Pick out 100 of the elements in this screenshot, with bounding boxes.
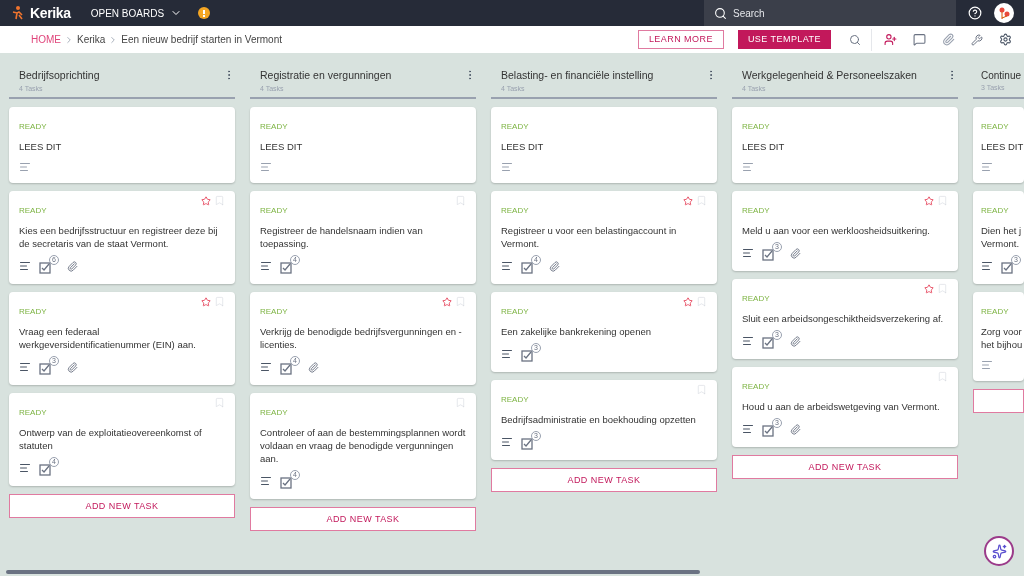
description-icon [501, 348, 513, 361]
status-label: READY [260, 407, 289, 420]
description-icon [981, 160, 993, 173]
task-card[interactable]: READY LEES DIT [9, 107, 235, 184]
description-icon [19, 161, 31, 174]
task-title: Controleer of aan de bestemmingsplannen wordt voldaan en vraag de benodigde vergunningen aan. [260, 426, 466, 466]
task-card[interactable]: READY LEES DIT [973, 106, 1024, 183]
assistant-button[interactable] [984, 536, 1014, 566]
task-card[interactable]: READY Zorg voor het bijhou [973, 291, 1024, 381]
star-icon[interactable] [683, 296, 693, 307]
task-card[interactable]: READY LEES DIT [491, 107, 717, 184]
search-icon [714, 6, 727, 20]
star-icon[interactable] [924, 283, 934, 294]
breadcrumb-link[interactable]: Kerika [77, 32, 106, 47]
description-icon [260, 475, 272, 488]
add-task-button[interactable] [973, 388, 1024, 413]
description-icon [19, 260, 31, 273]
task-title: Bedrijfsadministratie en boekhouding opzetten [501, 413, 697, 427]
status-label: READY [981, 204, 1010, 217]
description-icon [501, 436, 513, 449]
star-icon[interactable] [924, 195, 934, 206]
task-title: Kies een bedrijfsstructuur en registreer deze bij de secretaris van de staat Vermont. [19, 224, 219, 251]
sparkle-icon [991, 543, 1007, 559]
status-label: READY [742, 205, 771, 218]
description-icon [19, 361, 31, 374]
status-label: READY [19, 407, 48, 420]
add-task-button[interactable]: ADD NEW TASK [491, 468, 717, 493]
scrollbar[interactable] [6, 570, 700, 574]
task-title: Dien het j Vermont. [981, 223, 1022, 250]
add-task-button[interactable]: ADD NEW TASK [732, 455, 958, 480]
task-title: Registreer de handelsnaam indien van toepassing. [260, 224, 424, 251]
column-title: Continue [981, 69, 1023, 83]
logo[interactable]: Kerika [30, 2, 71, 24]
status-label: READY [981, 305, 1010, 318]
task-title: Registreer u voor een belastingaccount in Vermont. [501, 224, 678, 251]
wrench-icon[interactable] [971, 33, 983, 46]
status-label: READY [981, 120, 1010, 133]
task-title: Houd u aan de arbeidswetgeving van Vermont. [742, 400, 941, 414]
task-title: LEES DIT [19, 140, 63, 154]
status-label: READY [501, 205, 530, 218]
add-task-button[interactable]: ADD NEW TASK [9, 494, 235, 519]
star-icon[interactable] [201, 296, 211, 307]
learn-more-button[interactable]: LEARN MORE [637, 30, 724, 49]
column-title: Registratie en vergunningen [260, 68, 393, 83]
logo-icon [12, 6, 24, 20]
task-title: Meld u aan voor een werkloosheidsuitkering. [742, 224, 931, 238]
column-title: Bedrijfsoprichting [19, 68, 101, 83]
help-icon[interactable] [968, 6, 982, 20]
alert-icon[interactable] [198, 7, 211, 19]
status-label: READY [501, 306, 530, 319]
chevron-icon [64, 34, 74, 45]
status-label: READY [501, 121, 530, 134]
search-icon[interactable] [849, 33, 861, 46]
search-input[interactable]: Search [733, 5, 933, 21]
task-title: Een zakelijke bankrekening openen [501, 325, 652, 339]
status-label: READY [742, 381, 771, 394]
task-title: LEES DIT [260, 140, 304, 154]
open-boards-menu[interactable]: OPEN BOARDS [90, 5, 183, 21]
description-icon [742, 423, 754, 436]
task-title: LEES DIT [742, 140, 786, 154]
description-icon [260, 260, 272, 273]
status-label: READY [260, 306, 289, 319]
star-icon[interactable] [442, 296, 452, 307]
description-icon [260, 361, 272, 374]
task-title: Vraag een federaal werkgeversidentificatienummer (EIN) aan. [19, 325, 197, 352]
task-card[interactable]: READY LEES DIT [732, 107, 958, 184]
star-icon[interactable] [201, 195, 211, 206]
attachment-icon[interactable] [942, 33, 955, 46]
column-title: Werkgelegenheid & Personeelszaken [742, 68, 918, 83]
description-icon [742, 161, 754, 174]
status-label: READY [742, 293, 771, 306]
status-label: READY [260, 205, 289, 218]
settings-icon[interactable] [999, 33, 1012, 46]
search-field[interactable]: Search [704, 0, 956, 26]
description-icon [260, 161, 272, 174]
chat-icon[interactable] [913, 33, 926, 46]
description-icon [742, 335, 754, 348]
breadcrumb-link[interactable]: HOME [31, 32, 61, 47]
description-icon [501, 260, 513, 273]
status-label: READY [742, 121, 771, 134]
status-label: READY [19, 205, 48, 218]
status-label: READY [19, 306, 48, 319]
status-label: READY [260, 121, 289, 134]
description-icon [981, 259, 993, 272]
breadcrumb-link[interactable]: Een nieuw bedrijf starten in Vermont [121, 32, 282, 47]
task-title: Sluit een arbeidsongeschiktheidsverzekering af. [742, 312, 945, 326]
status-label: READY [19, 121, 48, 134]
use-template-button[interactable]: USE TEMPLATE [737, 30, 831, 49]
add-task-button[interactable]: ADD NEW TASK [250, 507, 476, 532]
description-icon [981, 358, 993, 371]
task-card[interactable]: READY LEES DIT [250, 107, 476, 184]
avatar[interactable] [994, 3, 1014, 23]
star-icon[interactable] [683, 195, 693, 206]
task-title: LEES DIT [981, 139, 1022, 153]
task-title: Ontwerp van de exploitatieovereenkomst of statuten [19, 426, 203, 453]
task-title: Verkrijg de benodigde bedrijfsvergunningen en -licenties. [260, 325, 463, 352]
task-title: LEES DIT [501, 140, 545, 154]
add-member-icon[interactable] [884, 33, 897, 46]
status-label: READY [501, 394, 530, 407]
description-icon [742, 247, 754, 260]
